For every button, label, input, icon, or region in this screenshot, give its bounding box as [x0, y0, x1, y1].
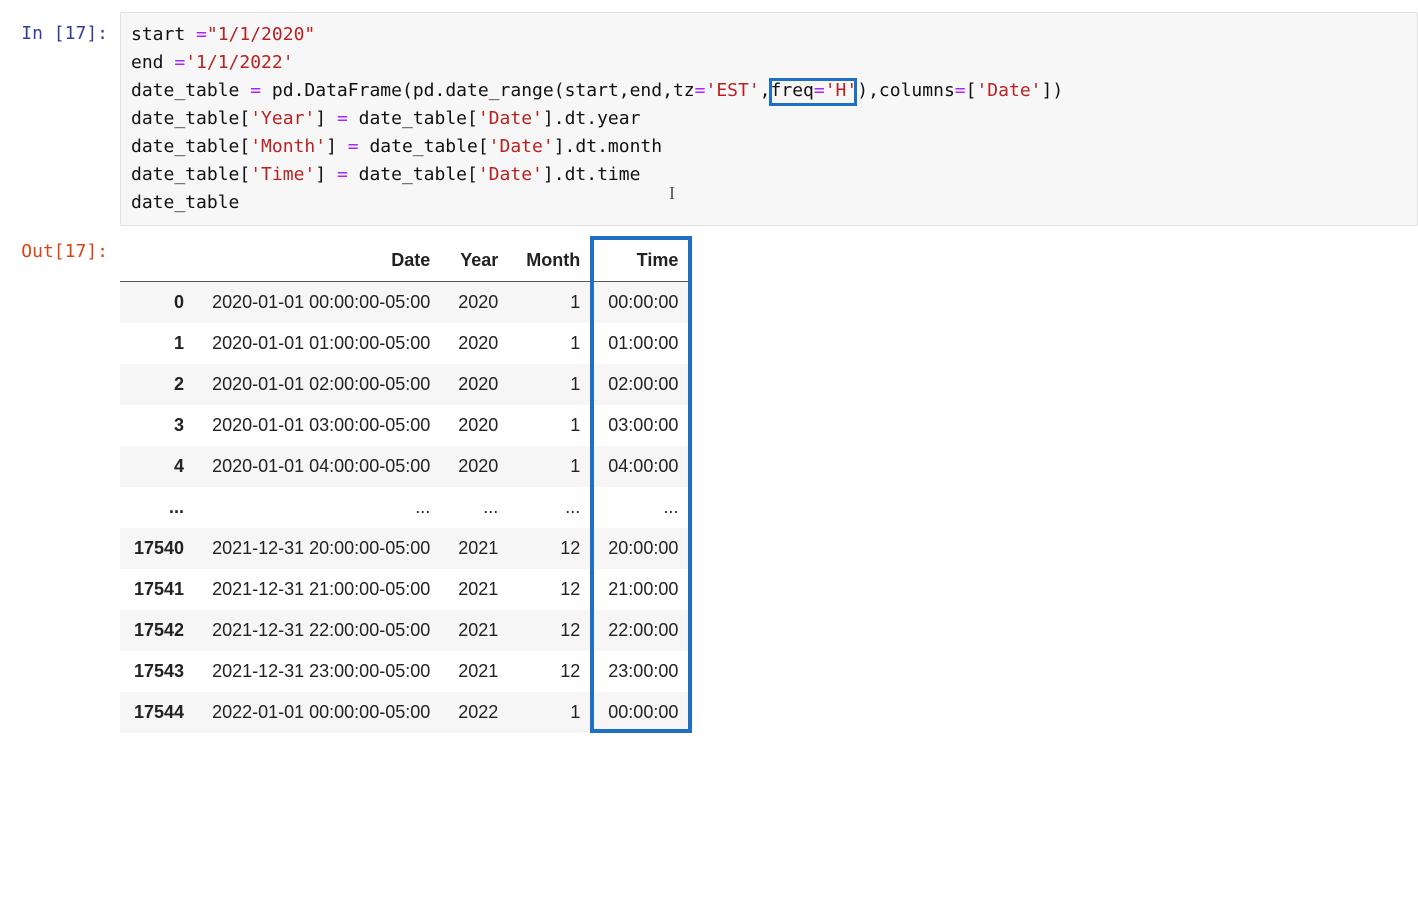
- ellipsis-cell: ...: [198, 487, 444, 528]
- row-index: 4: [120, 446, 198, 487]
- table-row: 22020-01-01 02:00:00-05:002020102:00:00: [120, 364, 692, 405]
- cell-date: 2020-01-01 03:00:00-05:00: [198, 405, 444, 446]
- ellipsis-cell: ...: [512, 487, 594, 528]
- cell-date: 2021-12-31 21:00:00-05:00: [198, 569, 444, 610]
- row-index: 17542: [120, 610, 198, 651]
- ellipsis-row: ...............: [120, 487, 692, 528]
- row-index: 2: [120, 364, 198, 405]
- cell-year: 2022: [444, 692, 512, 733]
- code-text[interactable]: start ="1/1/2020" end ='1/1/2022' date_t…: [131, 21, 1407, 217]
- cell-time: 23:00:00: [594, 651, 692, 692]
- cell-month: 1: [512, 446, 594, 487]
- cell-time: 00:00:00: [594, 692, 692, 733]
- cell-month: 1: [512, 405, 594, 446]
- cell-year: 2020: [444, 446, 512, 487]
- cell-time: 03:00:00: [594, 405, 692, 446]
- cell-date: 2021-12-31 23:00:00-05:00: [198, 651, 444, 692]
- cell-time: 21:00:00: [594, 569, 692, 610]
- col-date: Date: [198, 240, 444, 282]
- table-row: 12020-01-01 01:00:00-05:002020101:00:00: [120, 323, 692, 364]
- col-month: Month: [512, 240, 594, 282]
- ellipsis-idx: ...: [120, 487, 198, 528]
- cell-time: 01:00:00: [594, 323, 692, 364]
- row-index: 1: [120, 323, 198, 364]
- row-index: 17540: [120, 528, 198, 569]
- col-year: Year: [444, 240, 512, 282]
- cell-date: 2020-01-01 02:00:00-05:00: [198, 364, 444, 405]
- cell-time: 02:00:00: [594, 364, 692, 405]
- col-time: Time: [594, 240, 692, 282]
- cell-date: 2021-12-31 22:00:00-05:00: [198, 610, 444, 651]
- cell-time: 22:00:00: [594, 610, 692, 651]
- row-index: 17543: [120, 651, 198, 692]
- cell-month: 12: [512, 528, 594, 569]
- cell-date: 2022-01-01 00:00:00-05:00: [198, 692, 444, 733]
- index-header: [120, 240, 198, 282]
- cell-year: 2021: [444, 569, 512, 610]
- cell-year: 2020: [444, 282, 512, 324]
- cell-date: 2021-12-31 20:00:00-05:00: [198, 528, 444, 569]
- output-area: Date Year Month Time 02020-01-01 00:00:0…: [120, 230, 1418, 733]
- ellipsis-cell: ...: [444, 487, 512, 528]
- cell-month: 1: [512, 692, 594, 733]
- ellipsis-cell: ...: [594, 487, 692, 528]
- cell-year: 2020: [444, 405, 512, 446]
- cell-year: 2021: [444, 528, 512, 569]
- table-row: 42020-01-01 04:00:00-05:002020104:00:00: [120, 446, 692, 487]
- out-prompt: Out[17]:: [0, 230, 120, 266]
- table-row: 02020-01-01 00:00:00-05:002020100:00:00: [120, 282, 692, 324]
- dataframe-table: Date Year Month Time 02020-01-01 00:00:0…: [120, 240, 692, 733]
- cell-date: 2020-01-01 01:00:00-05:00: [198, 323, 444, 364]
- cell-month: 12: [512, 569, 594, 610]
- cell-year: 2020: [444, 323, 512, 364]
- cell-date: 2020-01-01 00:00:00-05:00: [198, 282, 444, 324]
- cell-time: 00:00:00: [594, 282, 692, 324]
- cell-month: 1: [512, 364, 594, 405]
- code-cell[interactable]: start ="1/1/2020" end ='1/1/2022' date_t…: [120, 12, 1418, 226]
- in-prompt: In [17]:: [0, 12, 120, 48]
- table-row: 175422021-12-31 22:00:00-05:0020211222:0…: [120, 610, 692, 651]
- cell-year: 2021: [444, 610, 512, 651]
- table-row: 175432021-12-31 23:00:00-05:0020211223:0…: [120, 651, 692, 692]
- table-row: 175402021-12-31 20:00:00-05:0020211220:0…: [120, 528, 692, 569]
- cell-month: 12: [512, 651, 594, 692]
- cell-year: 2021: [444, 651, 512, 692]
- row-index: 0: [120, 282, 198, 324]
- cell-month: 12: [512, 610, 594, 651]
- header-row: Date Year Month Time: [120, 240, 692, 282]
- cell-month: 1: [512, 282, 594, 324]
- cell-month: 1: [512, 323, 594, 364]
- cell-date: 2020-01-01 04:00:00-05:00: [198, 446, 444, 487]
- row-index: 17541: [120, 569, 198, 610]
- input-cell: In [17]: start ="1/1/2020" end ='1/1/202…: [0, 12, 1418, 226]
- cell-time: 04:00:00: [594, 446, 692, 487]
- cell-year: 2020: [444, 364, 512, 405]
- row-index: 17544: [120, 692, 198, 733]
- row-index: 3: [120, 405, 198, 446]
- cell-time: 20:00:00: [594, 528, 692, 569]
- table-row: 32020-01-01 03:00:00-05:002020103:00:00: [120, 405, 692, 446]
- output-cell: Out[17]: Date Year Month Time 02020-01-0…: [0, 230, 1418, 733]
- table-row: 175442022-01-01 00:00:00-05:002022100:00…: [120, 692, 692, 733]
- table-row: 175412021-12-31 21:00:00-05:0020211221:0…: [120, 569, 692, 610]
